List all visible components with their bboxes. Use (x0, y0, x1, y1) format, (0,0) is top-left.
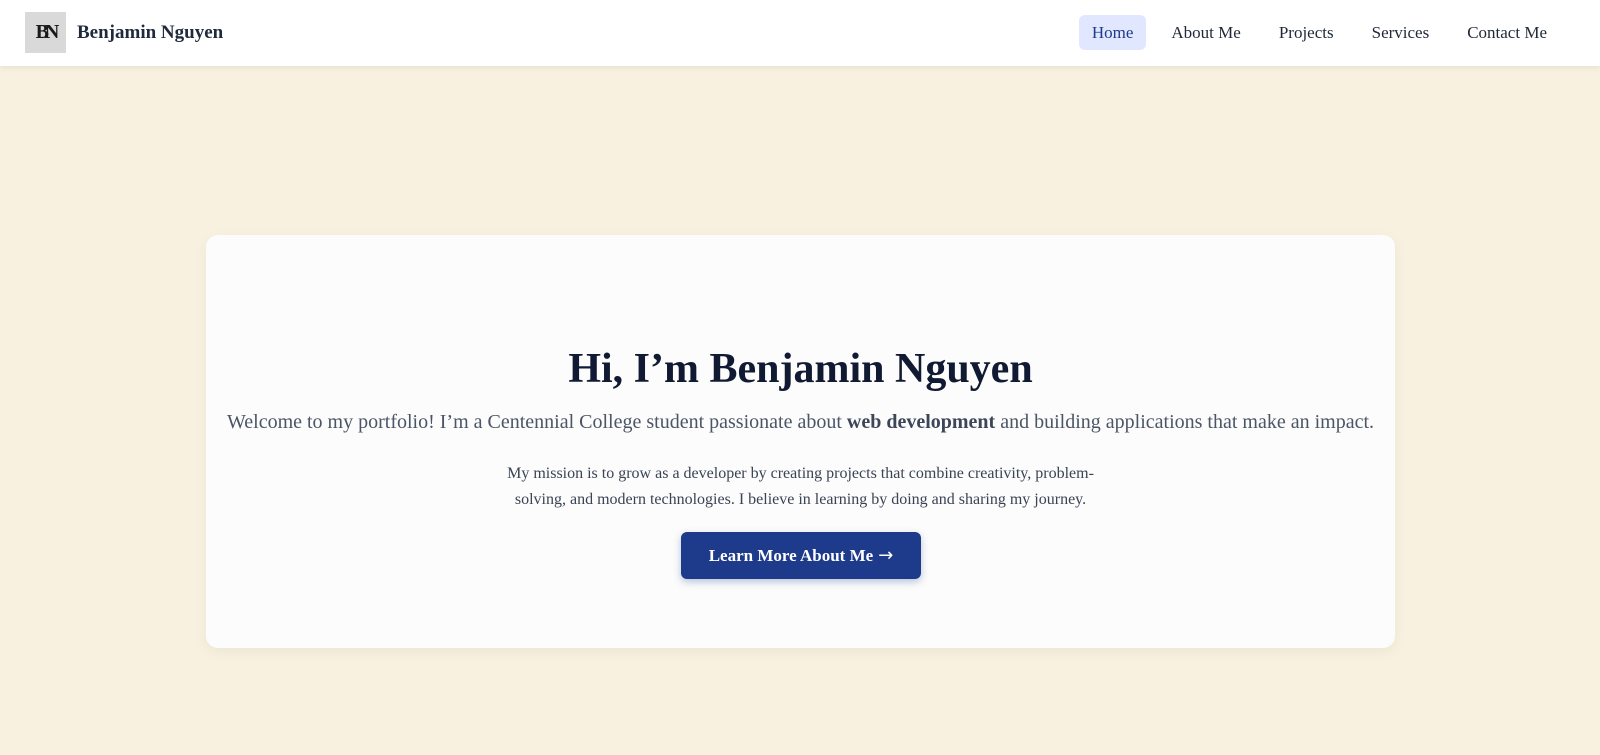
hero-title: Hi, I’m Benjamin Nguyen (568, 346, 1033, 392)
nav-link-projects[interactable]: Projects (1266, 15, 1347, 50)
logo[interactable]: BN (25, 12, 66, 53)
hero-subtitle-emphasis: web development (846, 411, 996, 433)
navbar: BN Benjamin Nguyen Home About Me Project… (0, 0, 1600, 66)
hero-card: Hi, I’m Benjamin Nguyen Welcome to my po… (206, 235, 1395, 648)
hero-subtitle-end: and building applications that make an i… (995, 411, 1375, 433)
nav-link-services[interactable]: Services (1359, 15, 1443, 50)
nav-link-home[interactable]: Home (1078, 15, 1147, 50)
arrow-right-icon: → (878, 545, 894, 566)
brand[interactable]: BN Benjamin Nguyen (25, 12, 223, 53)
main-nav: Home About Me Projects Services Contact … (1078, 15, 1560, 50)
hero-subtitle-start: Welcome to my portfolio! I’m a Centennia… (226, 411, 847, 433)
hero-subtitle: Welcome to my portfolio! I’m a Centennia… (206, 410, 1395, 434)
learn-more-button[interactable]: Learn More About Me → (681, 532, 921, 579)
logo-text: BN (35, 21, 60, 43)
nav-link-contact-me[interactable]: Contact Me (1454, 15, 1560, 50)
nav-link-about-me[interactable]: About Me (1158, 15, 1253, 50)
site-name[interactable]: Benjamin Nguyen (77, 22, 223, 44)
learn-more-button-label: Learn More About Me (708, 545, 874, 565)
hero-mission: My mission is to grow as a developer by … (507, 465, 1094, 508)
